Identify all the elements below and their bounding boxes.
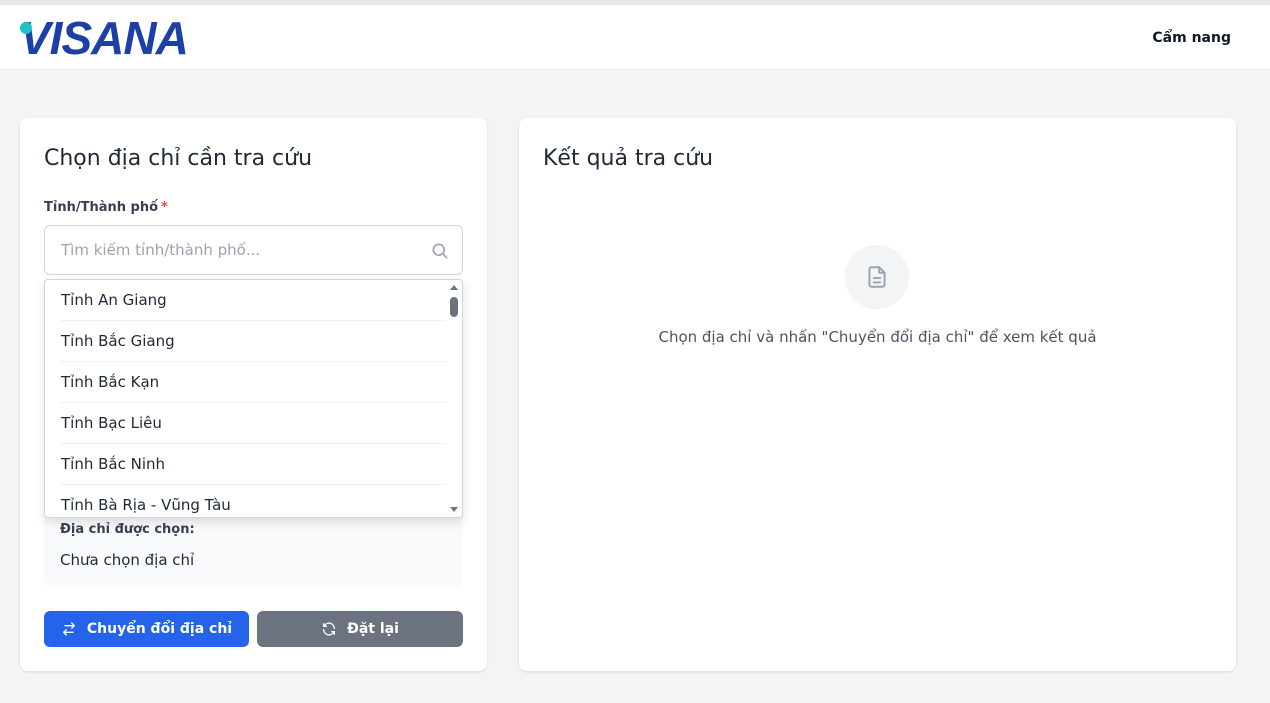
province-label-text: Tỉnh/Thành phố bbox=[44, 200, 159, 215]
dropdown-item-label: Tỉnh Bắc Giang bbox=[61, 332, 175, 350]
reset-button-label: Đặt lại bbox=[347, 621, 399, 637]
convert-button-label: Chuyển đổi địa chỉ bbox=[86, 621, 233, 637]
scroll-up-arrow-icon[interactable] bbox=[450, 285, 458, 290]
search-icon[interactable] bbox=[430, 241, 450, 261]
empty-state-icon-wrapper bbox=[845, 245, 909, 309]
empty-state-message: Chọn địa chỉ và nhấn "Chuyển đổi địa chỉ… bbox=[658, 328, 1097, 346]
province-dropdown[interactable]: Tỉnh An Giang Tỉnh Bắc Giang Tỉnh Bắc Kạ… bbox=[44, 279, 463, 518]
dropdown-item[interactable]: Tỉnh Bắc Kạn bbox=[45, 362, 448, 403]
selected-address-label: Địa chỉ được chọn: bbox=[60, 522, 195, 537]
dropdown-item-label: Tỉnh Bà Rịa - Vũng Tàu bbox=[61, 496, 231, 514]
dropdown-item[interactable]: Tỉnh Bà Rịa - Vũng Tàu bbox=[45, 485, 448, 517]
nav-link-cam-nang[interactable]: Cẩm nang bbox=[1152, 30, 1231, 46]
scroll-thumb[interactable] bbox=[450, 297, 458, 317]
dropdown-scrollbar[interactable] bbox=[446, 280, 462, 517]
address-card-title: Chọn địa chỉ cần tra cứu bbox=[44, 146, 313, 171]
province-search-box[interactable] bbox=[44, 225, 463, 275]
dropdown-item-label: Tỉnh Bạc Liêu bbox=[61, 414, 162, 432]
result-card-title: Kết quả tra cứu bbox=[543, 146, 714, 171]
dropdown-item-label: Tỉnh Bắc Ninh bbox=[61, 455, 166, 473]
site-header: VISANA Cẩm nang bbox=[0, 5, 1270, 70]
province-label: Tỉnh/Thành phố * bbox=[44, 200, 168, 215]
reset-button[interactable]: Đặt lại bbox=[257, 611, 463, 647]
province-search-input[interactable] bbox=[45, 226, 425, 274]
visana-logo[interactable]: VISANA bbox=[20, 14, 189, 62]
dropdown-item[interactable]: Tỉnh Bắc Giang bbox=[45, 321, 448, 362]
result-card: Kết quả tra cứu Chọn địa chỉ và nhấn "Ch… bbox=[519, 118, 1236, 671]
selected-address-value: Chưa chọn địa chỉ bbox=[60, 551, 195, 569]
dropdown-item[interactable]: Tỉnh Bắc Ninh bbox=[45, 444, 448, 485]
dropdown-item-label: Tỉnh An Giang bbox=[61, 291, 167, 309]
refresh-icon bbox=[323, 622, 336, 636]
required-mark: * bbox=[161, 200, 168, 215]
address-selection-card: Chọn địa chỉ cần tra cứu Tỉnh/Thành phố *… bbox=[20, 118, 487, 671]
swap-arrows-icon bbox=[62, 622, 75, 636]
scroll-down-arrow-icon[interactable] bbox=[450, 507, 458, 512]
dropdown-item[interactable]: Tỉnh An Giang bbox=[45, 280, 448, 321]
dropdown-item-label: Tỉnh Bắc Kạn bbox=[61, 373, 160, 391]
dropdown-item[interactable]: Tỉnh Bạc Liêu bbox=[45, 403, 448, 444]
logo-dot bbox=[20, 22, 32, 34]
convert-address-button[interactable]: Chuyển đổi địa chỉ bbox=[44, 611, 249, 647]
document-icon bbox=[868, 266, 886, 288]
